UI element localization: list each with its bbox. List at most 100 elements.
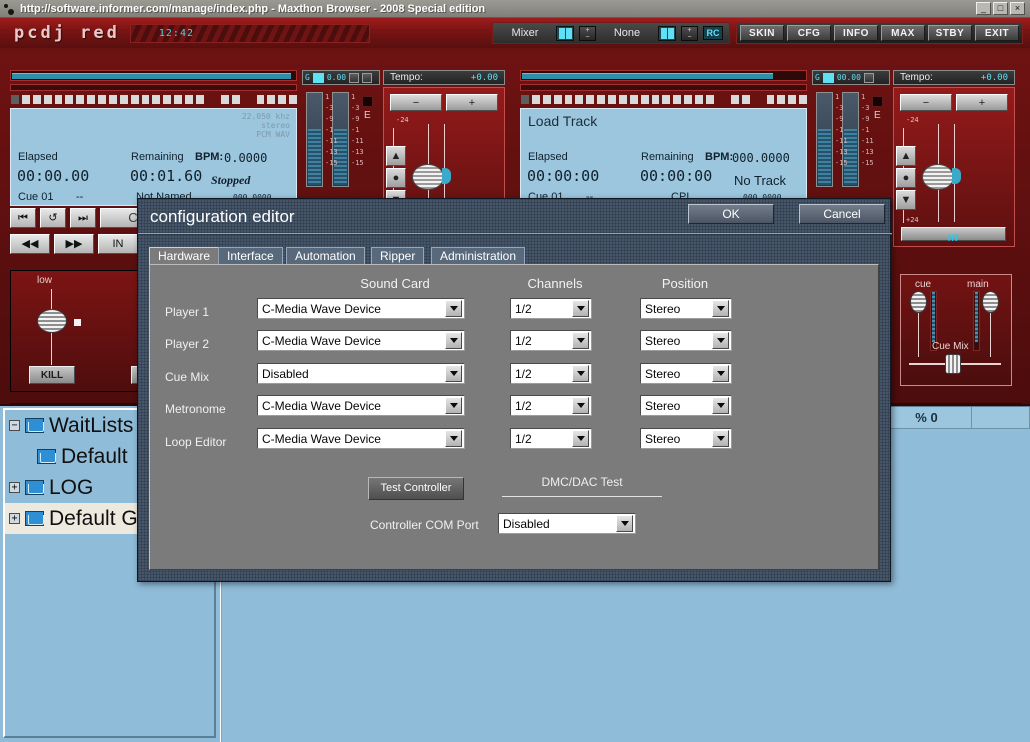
- window-toggle-icon-2[interactable]: [658, 25, 676, 41]
- next-track-button[interactable]: ⏭: [70, 208, 96, 228]
- cue-mix-fader[interactable]: [945, 354, 961, 374]
- close-button[interactable]: ×: [1010, 2, 1025, 15]
- sound-card-select-cue-mix[interactable]: Disabled: [257, 363, 465, 384]
- eq-low-knob[interactable]: [37, 309, 67, 333]
- chevron-down-icon[interactable]: [572, 430, 589, 447]
- chevron-down-icon[interactable]: [572, 332, 589, 349]
- position-select-metronome[interactable]: Stereo: [640, 395, 732, 416]
- ok-button[interactable]: OK: [688, 204, 774, 224]
- tab-automation[interactable]: Automation: [286, 247, 365, 265]
- tempo-label: Tempo:: [390, 72, 423, 83]
- expander-icon[interactable]: −: [9, 420, 20, 431]
- fastforward-button[interactable]: ▶▶: [54, 234, 94, 254]
- plus-minus-icon[interactable]: + −: [579, 25, 596, 41]
- waveform-bar-right[interactable]: [520, 70, 807, 81]
- gain-up-icon[interactable]: [362, 72, 373, 83]
- pitch-reset-button[interactable]: ●: [896, 168, 916, 188]
- position-select-loop-editor[interactable]: Stereo: [640, 428, 732, 449]
- pitch-reset-button[interactable]: ●: [386, 168, 406, 188]
- chevron-down-icon[interactable]: [712, 430, 729, 447]
- expander-icon[interactable]: +: [9, 513, 20, 524]
- waveform-bar-left-2[interactable]: [10, 84, 297, 91]
- chevron-down-icon[interactable]: [445, 300, 462, 317]
- position-select-player-1[interactable]: Stereo: [640, 298, 732, 319]
- pitch-up-button[interactable]: ▲: [386, 146, 406, 166]
- cancel-button[interactable]: Cancel: [799, 204, 885, 224]
- gain-down-icon[interactable]: [349, 72, 360, 83]
- tempo-plus-button[interactable]: +: [446, 94, 498, 111]
- test-controller-button[interactable]: Test Controller: [368, 477, 464, 500]
- cue-level-fader[interactable]: [910, 291, 927, 313]
- tempo-minus-button[interactable]: −: [390, 94, 442, 111]
- tempo-minus-button[interactable]: −: [900, 94, 952, 111]
- chevron-down-icon[interactable]: [712, 300, 729, 317]
- controller-com-port-select[interactable]: Disabled: [498, 513, 636, 534]
- gain-switch-icon[interactable]: [312, 72, 324, 83]
- pitch-up-button[interactable]: ▲: [896, 146, 916, 166]
- chevron-down-icon[interactable]: [445, 332, 462, 349]
- chevron-down-icon[interactable]: [712, 365, 729, 382]
- chevron-down-icon[interactable]: [712, 397, 729, 414]
- pitch-slider-right[interactable]: [922, 164, 954, 190]
- tab-ripper[interactable]: Ripper: [371, 247, 425, 265]
- rc-button[interactable]: RC: [703, 26, 723, 40]
- channels-select-loop-editor[interactable]: 1/2: [510, 428, 592, 449]
- window-toggle-icon[interactable]: [556, 25, 574, 41]
- eq-low-kill-button[interactable]: KILL: [29, 366, 75, 384]
- main-level-fader[interactable]: [982, 291, 999, 313]
- gain-switch-icon[interactable]: [822, 72, 834, 83]
- channels-select-metronome[interactable]: 1/2: [510, 395, 592, 416]
- chevron-down-icon[interactable]: [445, 397, 462, 414]
- gain-value: 00.00: [836, 73, 861, 82]
- stby-button[interactable]: STBY: [928, 25, 972, 41]
- tempo-plus-button[interactable]: +: [956, 94, 1008, 111]
- remaining-label: Remaining: [131, 151, 184, 163]
- rewind-button[interactable]: ◀◀: [10, 234, 50, 254]
- master-tempo-button[interactable]: MT: [901, 227, 1006, 244]
- pitch-down-button[interactable]: ▼: [896, 190, 916, 210]
- skin-button[interactable]: SKIN: [740, 25, 784, 41]
- pitch-indicator-right: [952, 168, 961, 184]
- chevron-down-icon[interactable]: [445, 365, 462, 382]
- max-button[interactable]: MAX: [881, 25, 925, 41]
- chevron-down-icon[interactable]: [712, 332, 729, 349]
- tab-administration[interactable]: Administration: [431, 247, 526, 265]
- remaining-value: 00:01.60: [130, 167, 203, 185]
- gain-down-icon[interactable]: [863, 72, 874, 83]
- sound-card-select-metronome[interactable]: C-Media Wave Device: [257, 395, 465, 416]
- channels-select-player-2[interactable]: 1/2: [510, 330, 592, 351]
- chevron-down-icon[interactable]: [572, 397, 589, 414]
- info-button[interactable]: INFO: [834, 25, 878, 41]
- minimize-button[interactable]: _: [976, 2, 991, 15]
- exit-button[interactable]: EXIT: [975, 25, 1019, 41]
- sound-card-select-loop-editor[interactable]: C-Media Wave Device: [257, 428, 465, 449]
- row-label-cue-mix: Cue Mix: [165, 370, 210, 384]
- maximize-button[interactable]: □: [993, 2, 1008, 15]
- folder-icon: [25, 480, 44, 495]
- position-select-player-2[interactable]: Stereo: [640, 330, 732, 351]
- cfg-button[interactable]: CFG: [787, 25, 831, 41]
- expander-icon[interactable]: +: [9, 482, 20, 493]
- pitch-bottom-tick: +24: [906, 216, 919, 224]
- tab-interface[interactable]: Interface: [218, 247, 283, 265]
- pitch-slider-left[interactable]: [412, 164, 444, 190]
- channels-select-player-1[interactable]: 1/2: [510, 298, 592, 319]
- chevron-down-icon[interactable]: [572, 300, 589, 317]
- waveform-bar-left[interactable]: [10, 70, 297, 81]
- sound-card-select-player-1[interactable]: C-Media Wave Device: [257, 298, 465, 319]
- chevron-down-icon[interactable]: [616, 515, 633, 532]
- tab-hardware[interactable]: Hardware: [149, 247, 220, 265]
- prev-track-button[interactable]: ⏮: [10, 208, 36, 228]
- loop-in-button[interactable]: IN: [98, 234, 138, 254]
- chevron-down-icon[interactable]: [445, 430, 462, 447]
- position-select-cue-mix[interactable]: Stereo: [640, 363, 732, 384]
- plus-minus-icon-2[interactable]: + −: [681, 25, 698, 41]
- reload-button[interactable]: ↺: [40, 208, 66, 228]
- sound-card-select-player-2[interactable]: C-Media Wave Device: [257, 330, 465, 351]
- effect-label: E: [364, 110, 371, 121]
- waveform-bar-right-2[interactable]: [520, 84, 807, 91]
- chevron-down-icon[interactable]: [572, 365, 589, 382]
- eq-low-label: low: [37, 275, 53, 286]
- row-label-player-2: Player 2: [165, 337, 210, 351]
- channels-select-cue-mix[interactable]: 1/2: [510, 363, 592, 384]
